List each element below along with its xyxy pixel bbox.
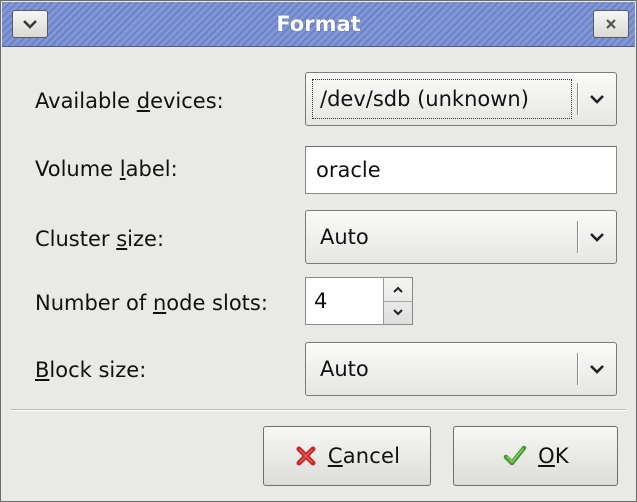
close-icon (606, 19, 616, 29)
block-label-post: lock size: (49, 358, 147, 382)
cancel-button[interactable]: Cancel (263, 426, 431, 486)
cluster-size-combo[interactable]: Auto (305, 210, 617, 264)
cancel-button-label: Cancel (328, 444, 400, 468)
chevron-down-icon (393, 309, 403, 316)
chevron-up-icon (393, 286, 403, 293)
block-size-label: Block size: (35, 358, 146, 382)
cluster-label-pre: Cluster (35, 227, 117, 251)
block-size-combo[interactable]: Auto (305, 342, 617, 396)
devices-label-post: evices: (150, 89, 224, 113)
nodes-label-pre: Number of (35, 291, 153, 315)
devices-dropdown-arrow[interactable] (584, 86, 610, 112)
ok-mnemonic: O (538, 444, 555, 468)
combo-separator (577, 353, 578, 385)
nodes-label-mnemonic: n (152, 291, 167, 315)
title-bar[interactable]: Format (2, 2, 635, 47)
window-close-button[interactable] (593, 10, 629, 38)
format-dialog: Format Available devices: /dev/sdb (unkn… (0, 0, 637, 502)
node-slots-label: Number of node slots: (35, 291, 268, 315)
spin-up-button[interactable] (384, 278, 412, 302)
window-title: Format (276, 12, 361, 36)
block-dropdown-arrow[interactable] (584, 356, 610, 382)
chevron-down-icon (590, 365, 604, 374)
chevron-down-icon (590, 95, 604, 104)
spin-down-button[interactable] (384, 301, 412, 324)
button-divider (11, 409, 626, 411)
chevron-down-icon (590, 233, 604, 242)
devices-label-mnemonic: d (136, 89, 151, 113)
ok-label-rest: K (554, 444, 569, 468)
volume-label-pre: Volume (35, 157, 120, 181)
cluster-size-value: Auto (320, 225, 369, 249)
cancel-label-rest: ancel (342, 444, 401, 468)
spinner-buttons (383, 278, 412, 324)
devices-combo-value: /dev/sdb (unknown) (320, 87, 529, 111)
combo-separator (577, 83, 578, 115)
cancel-x-icon (296, 446, 316, 466)
ok-button-label: OK (538, 444, 569, 468)
volume-label: Volume label: (35, 157, 178, 181)
volume-label-post: abel: (125, 157, 178, 181)
cluster-size-label: Cluster size: (35, 227, 164, 251)
node-slots-spinner[interactable]: 4 (305, 277, 413, 325)
volume-label-value: oracle (316, 158, 381, 182)
devices-label-pre: Available (35, 89, 137, 113)
checkmark-icon (503, 445, 527, 466)
cluster-dropdown-arrow[interactable] (584, 224, 610, 250)
block-label-mnemonic: B (35, 358, 50, 382)
node-slots-value: 4 (314, 289, 328, 313)
ok-button[interactable]: OK (453, 426, 618, 486)
nodes-label-post: ode slots: (166, 291, 268, 315)
cancel-mnemonic: C (327, 444, 343, 468)
devices-combo[interactable]: /dev/sdb (unknown) (305, 72, 617, 126)
volume-label-input[interactable]: oracle (305, 146, 617, 194)
devices-label: Available devices: (35, 89, 224, 113)
cluster-label-mnemonic: s (116, 227, 128, 251)
combo-separator (577, 221, 578, 253)
cluster-label-post: ize: (127, 227, 165, 251)
block-size-value: Auto (320, 357, 369, 381)
